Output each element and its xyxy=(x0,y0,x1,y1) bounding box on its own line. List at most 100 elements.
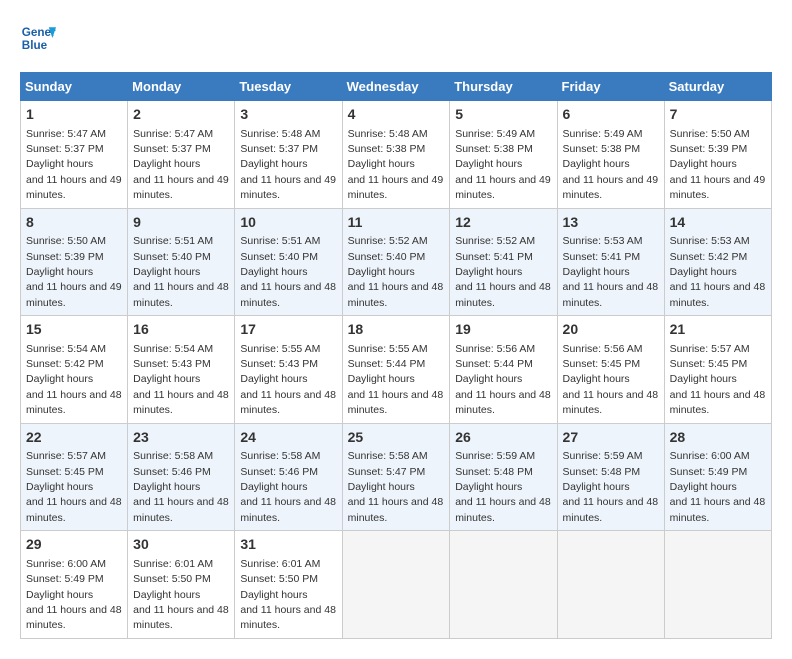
calendar-cell: 15 Sunrise: 5:54 AMSunset: 5:42 PMDayligh… xyxy=(21,316,128,424)
cell-text: Sunrise: 5:58 AMSunset: 5:46 PMDaylight … xyxy=(133,450,229,524)
cell-text: Sunrise: 5:52 AMSunset: 5:41 PMDaylight … xyxy=(455,235,551,309)
calendar-cell: 7 Sunrise: 5:50 AMSunset: 5:39 PMDaylight… xyxy=(664,101,771,209)
day-number: 21 xyxy=(670,320,766,340)
calendar-cell xyxy=(342,531,450,639)
calendar-cell: 20 Sunrise: 5:56 AMSunset: 5:45 PMDayligh… xyxy=(557,316,664,424)
day-number: 5 xyxy=(455,105,551,125)
day-number: 30 xyxy=(133,535,229,555)
day-number: 7 xyxy=(670,105,766,125)
day-number: 17 xyxy=(240,320,336,340)
calendar-cell: 28Sunrise: 6:00 AMSunset: 5:49 PMDayligh… xyxy=(664,423,771,531)
logo: General Blue xyxy=(20,20,62,56)
week-row-2: 8Sunrise: 5:50 AMSunset: 5:39 PMDaylight… xyxy=(21,208,772,316)
day-number: 25 xyxy=(348,428,445,448)
calendar-cell: 8Sunrise: 5:50 AMSunset: 5:39 PMDaylight… xyxy=(21,208,128,316)
calendar-cell: 24Sunrise: 5:58 AMSunset: 5:46 PMDayligh… xyxy=(235,423,342,531)
cell-text: Sunrise: 6:01 AMSunset: 5:50 PMDaylight … xyxy=(240,558,336,632)
cell-text: Sunrise: 5:56 AMSunset: 5:45 PMDaylight … xyxy=(563,343,659,417)
day-number: 2 xyxy=(133,105,229,125)
page-header: General Blue xyxy=(20,20,772,56)
calendar-cell: 11Sunrise: 5:52 AMSunset: 5:40 PMDayligh… xyxy=(342,208,450,316)
calendar-cell: 16 Sunrise: 5:54 AMSunset: 5:43 PMDayligh… xyxy=(128,316,235,424)
calendar-cell: 18 Sunrise: 5:55 AMSunset: 5:44 PMDayligh… xyxy=(342,316,450,424)
calendar-cell: 4Sunrise: 5:48 AMSunset: 5:38 PMDaylight… xyxy=(342,101,450,209)
calendar-table: SundayMondayTuesdayWednesdayThursdayFrid… xyxy=(20,72,772,639)
calendar-cell: 14Sunrise: 5:53 AMSunset: 5:42 PMDayligh… xyxy=(664,208,771,316)
calendar-cell: 26Sunrise: 5:59 AMSunset: 5:48 PMDayligh… xyxy=(450,423,557,531)
cell-text: Sunrise: 5:59 AMSunset: 5:48 PMDaylight … xyxy=(455,450,551,524)
day-number: 4 xyxy=(348,105,445,125)
day-number: 12 xyxy=(455,213,551,233)
day-number: 18 xyxy=(348,320,445,340)
calendar-cell: 29Sunrise: 6:00 AMSunset: 5:49 PMDayligh… xyxy=(21,531,128,639)
calendar-cell: 9Sunrise: 5:51 AMSunset: 5:40 PMDaylight… xyxy=(128,208,235,316)
calendar-cell: 22Sunrise: 5:57 AMSunset: 5:45 PMDayligh… xyxy=(21,423,128,531)
week-row-5: 29Sunrise: 6:00 AMSunset: 5:49 PMDayligh… xyxy=(21,531,772,639)
day-number: 10 xyxy=(240,213,336,233)
calendar-cell: 25Sunrise: 5:58 AMSunset: 5:47 PMDayligh… xyxy=(342,423,450,531)
day-number: 23 xyxy=(133,428,229,448)
calendar-cell: 27Sunrise: 5:59 AMSunset: 5:48 PMDayligh… xyxy=(557,423,664,531)
day-number: 16 xyxy=(133,320,229,340)
cell-text: Sunrise: 5:59 AMSunset: 5:48 PMDaylight … xyxy=(563,450,659,524)
cell-text: Sunrise: 5:51 AMSunset: 5:40 PMDaylight … xyxy=(133,235,229,309)
day-number: 8 xyxy=(26,213,122,233)
cell-text: Sunrise: 5:55 AMSunset: 5:44 PMDaylight … xyxy=(348,343,444,417)
cell-text: Sunrise: 5:58 AMSunset: 5:47 PMDaylight … xyxy=(348,450,444,524)
cell-text: Sunrise: 5:50 AMSunset: 5:39 PMDaylight … xyxy=(670,128,766,202)
svg-text:Blue: Blue xyxy=(22,39,48,52)
day-number: 15 xyxy=(26,320,122,340)
cell-text: Sunrise: 5:56 AMSunset: 5:44 PMDaylight … xyxy=(455,343,551,417)
cell-text: Sunrise: 5:49 AMSunset: 5:38 PMDaylight … xyxy=(455,128,551,202)
week-row-3: 15 Sunrise: 5:54 AMSunset: 5:42 PMDayligh… xyxy=(21,316,772,424)
calendar-cell: 13Sunrise: 5:53 AMSunset: 5:41 PMDayligh… xyxy=(557,208,664,316)
cell-text: Sunrise: 5:53 AMSunset: 5:41 PMDaylight … xyxy=(563,235,659,309)
calendar-cell xyxy=(557,531,664,639)
day-number: 22 xyxy=(26,428,122,448)
col-header-saturday: Saturday xyxy=(664,73,771,101)
col-header-friday: Friday xyxy=(557,73,664,101)
cell-text: Sunrise: 6:00 AMSunset: 5:49 PMDaylight … xyxy=(670,450,766,524)
cell-text: Sunrise: 5:51 AMSunset: 5:40 PMDaylight … xyxy=(240,235,336,309)
calendar-cell xyxy=(664,531,771,639)
logo-icon: General Blue xyxy=(20,20,56,56)
col-header-wednesday: Wednesday xyxy=(342,73,450,101)
cell-text: Sunrise: 5:57 AMSunset: 5:45 PMDaylight … xyxy=(26,450,122,524)
calendar-cell xyxy=(450,531,557,639)
calendar-cell: 30 Sunrise: 6:01 AMSunset: 5:50 PMDayligh… xyxy=(128,531,235,639)
cell-text: Sunrise: 5:47 AMSunset: 5:37 PMDaylight … xyxy=(133,128,229,202)
calendar-cell: 21 Sunrise: 5:57 AMSunset: 5:45 PMDayligh… xyxy=(664,316,771,424)
col-header-monday: Monday xyxy=(128,73,235,101)
cell-text: Sunrise: 5:53 AMSunset: 5:42 PMDaylight … xyxy=(670,235,766,309)
cell-text: Sunrise: 5:57 AMSunset: 5:45 PMDaylight … xyxy=(670,343,766,417)
cell-text: Sunrise: 5:54 AMSunset: 5:43 PMDaylight … xyxy=(133,343,229,417)
calendar-cell: 19Sunrise: 5:56 AMSunset: 5:44 PMDayligh… xyxy=(450,316,557,424)
cell-text: Sunrise: 5:48 AMSunset: 5:37 PMDaylight … xyxy=(240,128,336,202)
day-number: 14 xyxy=(670,213,766,233)
calendar-cell: 12Sunrise: 5:52 AMSunset: 5:41 PMDayligh… xyxy=(450,208,557,316)
col-header-sunday: Sunday xyxy=(21,73,128,101)
cell-text: Sunrise: 5:47 AMSunset: 5:37 PMDaylight … xyxy=(26,128,122,202)
day-number: 1 xyxy=(26,105,122,125)
day-number: 24 xyxy=(240,428,336,448)
calendar-cell: 6Sunrise: 5:49 AMSunset: 5:38 PMDaylight… xyxy=(557,101,664,209)
calendar-cell: 10Sunrise: 5:51 AMSunset: 5:40 PMDayligh… xyxy=(235,208,342,316)
calendar-cell: 3 Sunrise: 5:48 AMSunset: 5:37 PMDaylight… xyxy=(235,101,342,209)
cell-text: Sunrise: 5:49 AMSunset: 5:38 PMDaylight … xyxy=(563,128,659,202)
cell-text: Sunrise: 5:54 AMSunset: 5:42 PMDaylight … xyxy=(26,343,122,417)
day-number: 28 xyxy=(670,428,766,448)
day-number: 27 xyxy=(563,428,659,448)
day-number: 13 xyxy=(563,213,659,233)
calendar-cell: 23Sunrise: 5:58 AMSunset: 5:46 PMDayligh… xyxy=(128,423,235,531)
day-number: 3 xyxy=(240,105,336,125)
day-number: 11 xyxy=(348,213,445,233)
day-number: 9 xyxy=(133,213,229,233)
col-header-tuesday: Tuesday xyxy=(235,73,342,101)
day-number: 26 xyxy=(455,428,551,448)
day-number: 31 xyxy=(240,535,336,555)
week-row-4: 22Sunrise: 5:57 AMSunset: 5:45 PMDayligh… xyxy=(21,423,772,531)
cell-text: Sunrise: 6:01 AMSunset: 5:50 PMDaylight … xyxy=(133,558,229,632)
cell-text: Sunrise: 5:50 AMSunset: 5:39 PMDaylight … xyxy=(26,235,122,309)
day-number: 20 xyxy=(563,320,659,340)
calendar-cell: 5 Sunrise: 5:49 AMSunset: 5:38 PMDaylight… xyxy=(450,101,557,209)
